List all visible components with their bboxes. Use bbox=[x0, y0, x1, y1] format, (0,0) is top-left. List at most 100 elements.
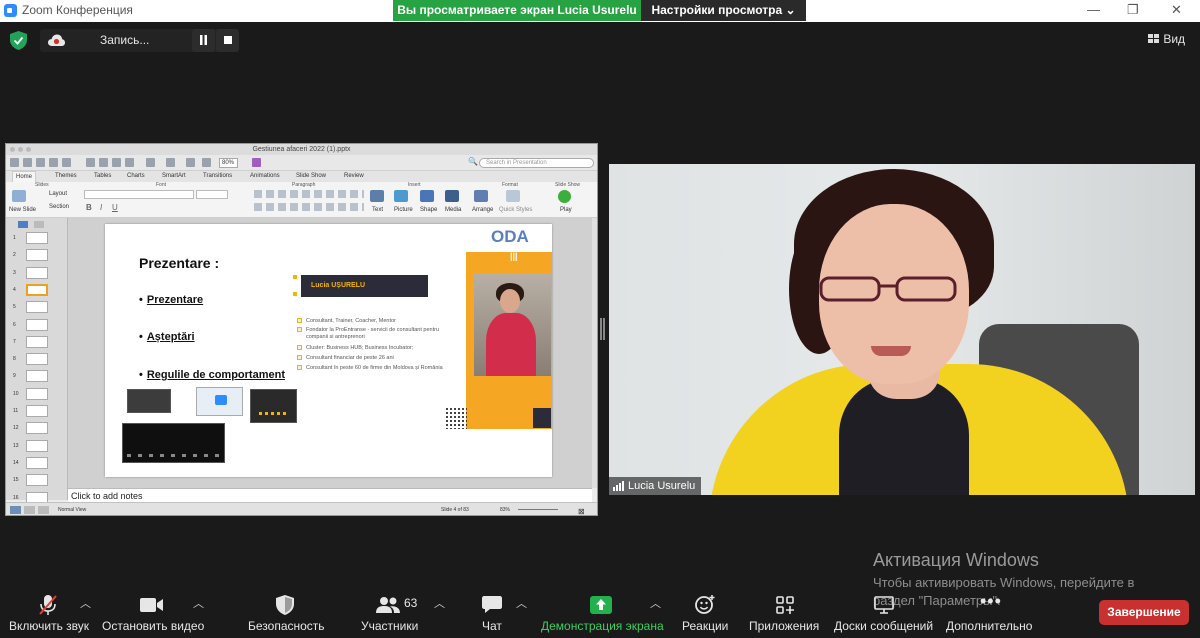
print-icon[interactable] bbox=[62, 158, 71, 167]
share-screen-button[interactable]: Демонстрация экрана bbox=[540, 585, 664, 638]
ppt-vertical-scrollbar[interactable] bbox=[592, 218, 597, 488]
restore-button[interactable]: ❐ bbox=[1127, 2, 1139, 18]
more-button[interactable]: ••• Дополнительно bbox=[944, 585, 1036, 638]
security-shield-icon[interactable] bbox=[10, 31, 27, 50]
help-icon[interactable] bbox=[252, 158, 261, 167]
undo-icon[interactable] bbox=[146, 158, 155, 167]
participants-button[interactable]: 63 Участники bbox=[356, 585, 426, 638]
shape-button-label[interactable]: Shape bbox=[420, 207, 437, 213]
play-icon[interactable] bbox=[558, 190, 571, 203]
slide-thumbnail[interactable] bbox=[26, 370, 48, 383]
ppt-close-dot[interactable] bbox=[10, 147, 15, 152]
security-button[interactable]: Безопасность bbox=[244, 585, 326, 638]
new-slide-icon[interactable] bbox=[12, 190, 26, 202]
copy-icon[interactable] bbox=[99, 158, 108, 167]
tab-animations[interactable]: Animations bbox=[250, 171, 280, 182]
slide-thumbnail[interactable] bbox=[26, 474, 48, 487]
slideshow-view-icon[interactable] bbox=[38, 506, 49, 514]
stop-video-button[interactable]: Остановить видео bbox=[100, 585, 204, 638]
slide-thumbnail[interactable] bbox=[26, 456, 48, 469]
quick-styles-button-label[interactable]: Quick Styles bbox=[499, 207, 532, 213]
gallery-icon[interactable] bbox=[186, 158, 195, 167]
slide-thumbnail[interactable] bbox=[26, 249, 48, 262]
slide-thumbnail[interactable] bbox=[26, 405, 48, 417]
new-presentation-icon[interactable] bbox=[10, 158, 19, 167]
slide-thumbnail[interactable] bbox=[26, 353, 48, 366]
paste-icon[interactable] bbox=[112, 158, 121, 167]
reactions-button[interactable]: Реакции bbox=[680, 585, 730, 638]
tab-home[interactable]: Home bbox=[12, 171, 37, 182]
picture-icon[interactable] bbox=[394, 190, 408, 202]
play-button-label[interactable]: Play bbox=[560, 207, 572, 213]
shared-screen-powerpoint[interactable]: Gestiunea afaceri 2022 (1).pptx 80% 🔍 Se… bbox=[5, 143, 598, 516]
font-size-field[interactable] bbox=[196, 190, 228, 199]
layout-button[interactable]: Layout bbox=[49, 191, 67, 197]
slide-thumbnail[interactable] bbox=[26, 283, 48, 296]
normal-view-icon[interactable] bbox=[10, 506, 21, 514]
view-options-dropdown[interactable]: Настройки просмотра ⌄ bbox=[641, 0, 806, 21]
tab-smartart[interactable]: SmartArt bbox=[162, 171, 186, 182]
format-painter-icon[interactable] bbox=[125, 158, 134, 167]
slide-thumbnail[interactable] bbox=[26, 335, 48, 348]
arrange-icon[interactable] bbox=[474, 190, 488, 202]
arrange-button-label[interactable]: Arrange bbox=[472, 207, 493, 213]
save-icon[interactable] bbox=[49, 158, 58, 167]
tab-themes[interactable]: Themes bbox=[55, 171, 77, 182]
audio-options-chevron-icon[interactable]: ︿ bbox=[80, 595, 91, 611]
slide-thumbnail[interactable] bbox=[26, 266, 48, 279]
paragraph-controls-row2[interactable] bbox=[254, 203, 364, 211]
shape-icon[interactable] bbox=[420, 190, 434, 202]
notes-pane[interactable]: Click to add notes bbox=[68, 488, 592, 502]
minimize-button[interactable]: — bbox=[1087, 2, 1100, 17]
split-view-handle[interactable] bbox=[600, 318, 605, 340]
text-button-label[interactable]: Text bbox=[372, 207, 383, 213]
media-button-label[interactable]: Media bbox=[445, 207, 461, 213]
stop-recording-button[interactable] bbox=[216, 29, 239, 52]
ppt-zoom-field[interactable]: 80% bbox=[219, 158, 238, 168]
zoom-slider[interactable] bbox=[518, 509, 558, 510]
toolbox-icon[interactable] bbox=[202, 158, 211, 167]
slide-thumbnails-pane[interactable]: 1 2 3 4 5 6 7 8 9 10 11 12 13 14 15 16 bbox=[6, 218, 68, 504]
slide-thumbnail[interactable] bbox=[26, 422, 48, 435]
slides-view-icon[interactable] bbox=[18, 221, 28, 228]
slide-thumbnail[interactable] bbox=[26, 387, 48, 400]
slide-thumbnail[interactable] bbox=[26, 318, 48, 331]
view-button[interactable]: Вид bbox=[1148, 29, 1192, 49]
underline-icon[interactable]: U bbox=[112, 203, 118, 212]
text-box-icon[interactable] bbox=[370, 190, 384, 202]
search-icon[interactable]: 🔍 bbox=[468, 157, 478, 166]
cut-icon[interactable] bbox=[86, 158, 95, 167]
tab-tables[interactable]: Tables bbox=[94, 171, 111, 182]
fit-window-icon[interactable]: ⊠ bbox=[578, 505, 585, 515]
paragraph-controls-row1[interactable] bbox=[254, 190, 364, 198]
tab-charts[interactable]: Charts bbox=[127, 171, 145, 182]
whiteboards-button[interactable]: Доски сообщений bbox=[832, 585, 936, 638]
font-name-field[interactable] bbox=[84, 190, 194, 199]
unmute-button[interactable]: Включить звук bbox=[6, 585, 90, 638]
open-icon[interactable] bbox=[36, 158, 45, 167]
share-options-chevron-icon[interactable]: ︿ bbox=[650, 595, 661, 611]
italic-icon[interactable]: I bbox=[100, 203, 102, 212]
participants-options-chevron-icon[interactable]: ︿ bbox=[434, 595, 445, 611]
current-slide[interactable]: Prezentare : • Prezentare • Așteptări • Reg… bbox=[105, 224, 552, 477]
end-meeting-button[interactable]: Завершение bbox=[1099, 600, 1189, 625]
ppt-minimize-dot[interactable] bbox=[18, 147, 23, 152]
close-button[interactable]: ✕ bbox=[1171, 2, 1182, 18]
apps-button[interactable]: Приложения bbox=[748, 585, 822, 638]
participant-video-tile[interactable]: Lucia Usurelu bbox=[609, 164, 1195, 495]
tab-transitions[interactable]: Transitions bbox=[203, 171, 232, 182]
redo-icon[interactable] bbox=[166, 158, 175, 167]
tab-slide-show[interactable]: Slide Show bbox=[296, 171, 326, 182]
quick-styles-icon[interactable] bbox=[506, 190, 520, 202]
outline-view-icon[interactable] bbox=[34, 221, 44, 228]
sorter-view-icon[interactable] bbox=[24, 506, 35, 514]
ppt-zoom-dot[interactable] bbox=[26, 147, 31, 152]
pause-recording-button[interactable] bbox=[192, 29, 215, 52]
media-icon[interactable] bbox=[445, 190, 459, 202]
section-button[interactable]: Section bbox=[49, 204, 69, 210]
video-options-chevron-icon[interactable]: ︿ bbox=[193, 595, 204, 611]
slide-thumbnail[interactable] bbox=[26, 439, 48, 452]
slide-thumbnail[interactable] bbox=[26, 301, 48, 314]
chat-options-chevron-icon[interactable]: ︿ bbox=[516, 595, 527, 611]
templates-icon[interactable] bbox=[23, 158, 32, 167]
